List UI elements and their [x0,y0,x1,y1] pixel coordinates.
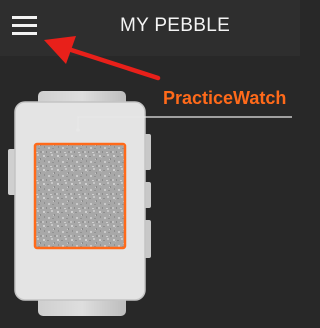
annotation-arrow [44,36,161,81]
